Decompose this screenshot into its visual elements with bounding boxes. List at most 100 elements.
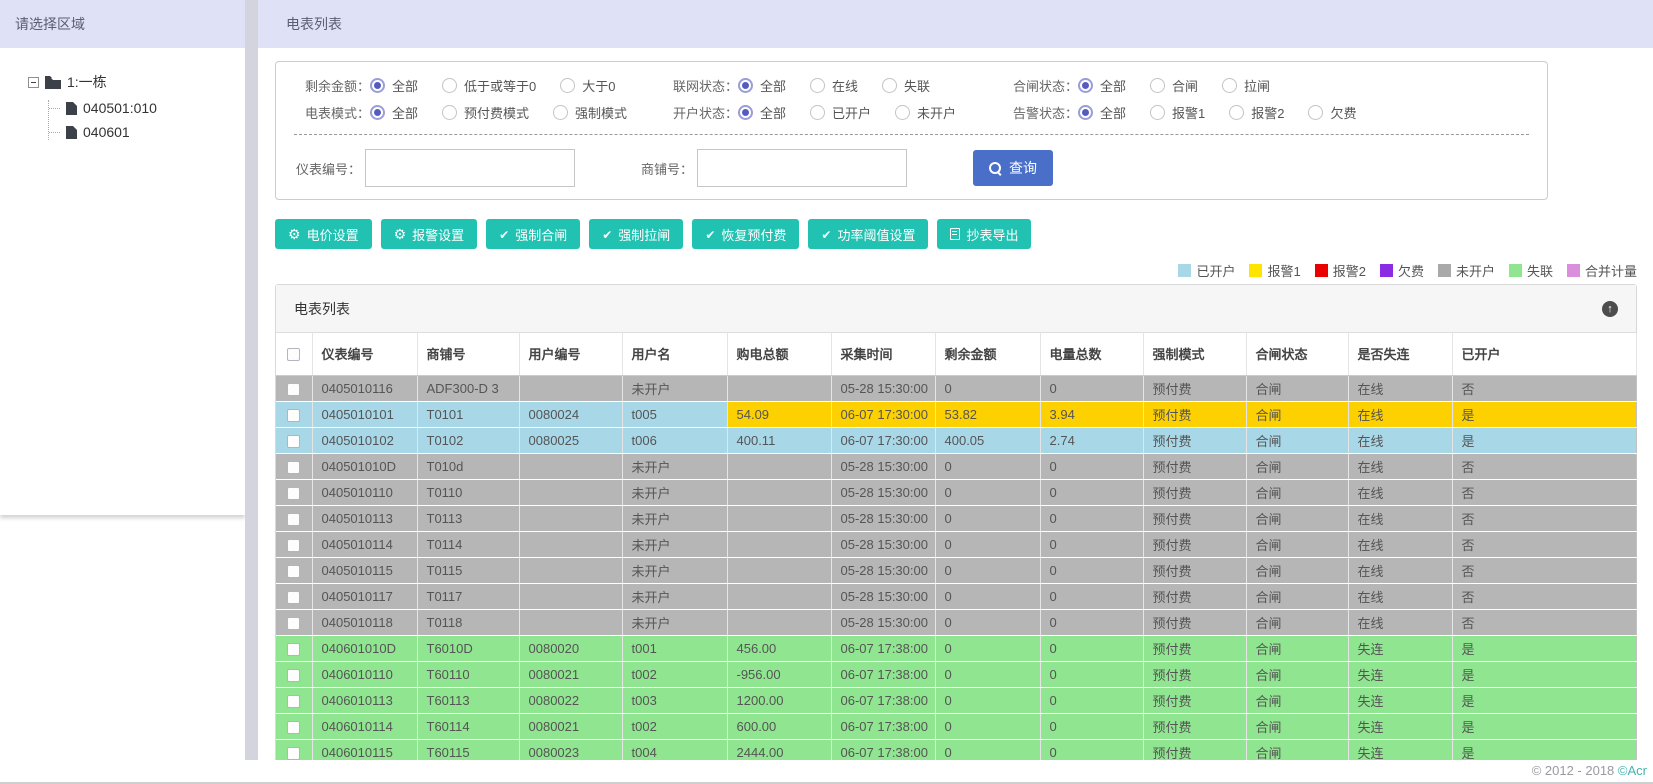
row-checkbox[interactable] xyxy=(287,538,301,552)
row-checkbox[interactable] xyxy=(287,408,301,422)
radio-option[interactable]: 欠费 xyxy=(1308,103,1357,122)
legend-swatch xyxy=(1178,263,1192,277)
row-checkbox[interactable] xyxy=(287,564,301,578)
table-row: 0405010102 T0102 0080025 t006 400.11 06-07 17… xyxy=(276,427,1637,454)
radio-icon[interactable] xyxy=(370,78,385,93)
cell: 0080022 xyxy=(519,687,623,714)
radio-option[interactable]: 全部 xyxy=(1078,76,1126,95)
action-button-label: 恢复预付费 xyxy=(721,227,787,243)
radio-icon[interactable] xyxy=(560,78,576,93)
row-checkbox[interactable] xyxy=(287,746,301,760)
radio-icon[interactable] xyxy=(370,105,385,120)
radio-icon[interactable] xyxy=(1222,78,1238,93)
radio-option[interactable]: 拉闸 xyxy=(1222,76,1270,95)
cell: 合闸 xyxy=(1246,687,1349,714)
radio-icon[interactable] xyxy=(442,78,458,93)
cell: T0110 xyxy=(417,479,520,506)
row-checkbox[interactable] xyxy=(287,668,301,682)
强制合闸-button[interactable]: 强制合闸 xyxy=(486,219,581,249)
filter-group: 剩余金额： 全部 低于或等于0 大于0 xyxy=(292,76,660,95)
row-checkbox[interactable] xyxy=(287,616,301,630)
电价设置-button[interactable]: 电价设置 xyxy=(275,219,372,249)
cell: 合闸 xyxy=(1246,453,1349,480)
radio-icon[interactable] xyxy=(1308,105,1324,120)
radio-option[interactable]: 全部 xyxy=(738,76,786,95)
radio-option[interactable]: 在线 xyxy=(810,76,858,95)
legend-item: 未开户 xyxy=(1437,261,1495,280)
row-checkbox[interactable] xyxy=(287,382,301,396)
cell: 06-07 17:30:00 xyxy=(831,401,936,428)
select-all-checkbox[interactable] xyxy=(287,348,301,362)
cell: 06-07 17:38:00 xyxy=(831,713,936,740)
tree-node-building[interactable]: 1:一栋 xyxy=(28,72,245,92)
row-checkbox[interactable] xyxy=(287,486,301,500)
radio-icon[interactable] xyxy=(1150,78,1166,93)
radio-icon[interactable] xyxy=(1150,105,1166,120)
cell: 预付费 xyxy=(1143,505,1247,532)
功率阈值设置-button[interactable]: 功率阈值设置 xyxy=(808,219,929,249)
radio-icon[interactable] xyxy=(738,105,753,120)
radio-option[interactable]: 大于0 xyxy=(560,76,615,95)
radio-option[interactable]: 全部 xyxy=(370,76,418,95)
file-icon xyxy=(66,101,77,115)
filter-row: 剩余金额： 全部 低于或等于0 大于0 联网状态： 全部 在线 失联 合闸状态： 全部 合闸 拉闸 xyxy=(292,76,1531,95)
radio-option[interactable]: 合闸 xyxy=(1150,76,1198,95)
collapse-up-icon[interactable]: ↑ xyxy=(1602,300,1618,317)
tree-node-meter-group[interactable]: 040501:010 xyxy=(49,100,245,116)
row-checkbox[interactable] xyxy=(287,694,301,708)
radio-icon[interactable] xyxy=(810,78,826,93)
cell: 是 xyxy=(1452,401,1637,428)
cell: 0 xyxy=(935,479,1041,506)
radio-icon[interactable] xyxy=(1078,78,1093,93)
cell: 05-28 15:30:00 xyxy=(831,453,936,480)
row-checkbox[interactable] xyxy=(287,590,301,604)
radio-icon[interactable] xyxy=(738,78,753,93)
radio-option[interactable]: 未开户 xyxy=(895,103,956,122)
radio-icon[interactable] xyxy=(1229,105,1245,120)
search-button[interactable]: 查询 xyxy=(973,150,1054,186)
panel-splitter[interactable] xyxy=(245,0,258,784)
radio-icon[interactable] xyxy=(553,105,569,120)
radio-option[interactable]: 全部 xyxy=(738,103,786,122)
radio-option[interactable]: 全部 xyxy=(1078,103,1126,122)
强制拉闸-button[interactable]: 强制拉闸 xyxy=(589,219,684,249)
meter-no-input[interactable] xyxy=(365,149,576,187)
cell: 05-28 15:30:00 xyxy=(831,609,936,636)
cell xyxy=(519,453,623,480)
legend-item: 报警1 xyxy=(1249,261,1301,280)
cell: 06-07 17:38:00 xyxy=(831,635,936,662)
radio-icon[interactable] xyxy=(882,78,898,93)
cell: 是 xyxy=(1452,427,1637,454)
radio-option[interactable]: 报警1 xyxy=(1150,103,1205,122)
抄表导出-button[interactable]: 抄表导出 xyxy=(937,219,1032,249)
cell: T0118 xyxy=(417,609,520,636)
action-button-label: 强制合闸 xyxy=(515,227,568,243)
row-checkbox[interactable] xyxy=(287,460,301,474)
radio-option[interactable]: 低于或等于0 xyxy=(442,76,536,95)
radio-option[interactable]: 预付费模式 xyxy=(442,103,529,122)
radio-icon[interactable] xyxy=(895,105,911,120)
radio-option[interactable]: 强制模式 xyxy=(553,103,627,122)
报警设置-button[interactable]: 报警设置 xyxy=(380,219,478,249)
tree-node-meter-group[interactable]: 040601 xyxy=(49,124,245,140)
filter-group: 联网状态： 全部 在线 失联 xyxy=(660,76,1000,95)
tree-collapse-icon[interactable] xyxy=(28,76,39,88)
radio-option[interactable]: 已开户 xyxy=(810,103,871,122)
action-button-label: 抄表导出 xyxy=(966,227,1019,243)
radio-option[interactable]: 报警2 xyxy=(1229,103,1284,122)
cell: 0080025 xyxy=(519,427,623,454)
cell: 在线 xyxy=(1348,557,1453,584)
row-checkbox[interactable] xyxy=(287,434,301,448)
radio-option[interactable]: 全部 xyxy=(370,103,418,122)
row-checkbox[interactable] xyxy=(287,642,301,656)
cell: 1200.00 xyxy=(727,687,832,714)
radio-option[interactable]: 失联 xyxy=(882,76,930,95)
radio-icon[interactable] xyxy=(810,105,826,120)
radio-icon[interactable] xyxy=(1078,105,1093,120)
radio-icon[interactable] xyxy=(442,105,458,120)
恢复预付费-button[interactable]: 恢复预付费 xyxy=(692,219,800,249)
row-checkbox[interactable] xyxy=(287,720,301,734)
shop-no-input[interactable] xyxy=(697,149,908,187)
row-checkbox[interactable] xyxy=(287,512,301,526)
copyright-link[interactable]: ©Acr xyxy=(1618,763,1647,778)
